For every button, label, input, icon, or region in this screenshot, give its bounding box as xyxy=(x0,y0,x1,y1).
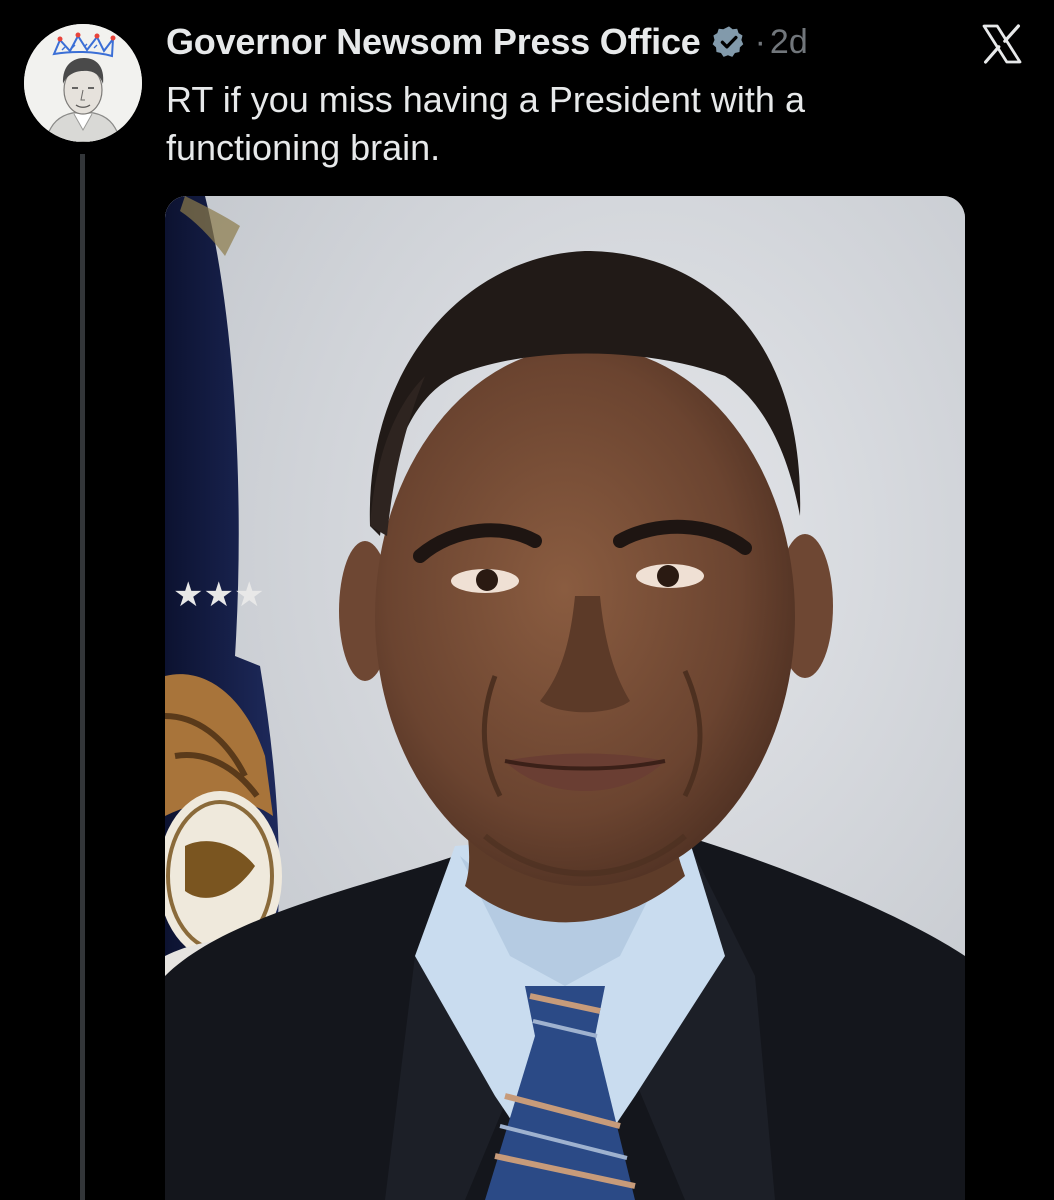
post-timestamp[interactable]: 2d xyxy=(770,23,808,62)
tweet-media-photo[interactable]: ★★★ xyxy=(165,196,965,1200)
portrait-photo-image: ★★★ xyxy=(165,196,965,1200)
thread-connector-line xyxy=(80,154,85,1200)
x-logo-icon[interactable] xyxy=(978,20,1026,68)
tweet-card: Governor Newsom Press Office · 2d RT if … xyxy=(0,0,1054,1200)
svg-text:★★★: ★★★ xyxy=(173,575,264,615)
verified-badge-icon[interactable] xyxy=(711,24,747,60)
header-separator: · xyxy=(754,22,766,61)
author-avatar[interactable] xyxy=(24,24,142,142)
avatar-portrait-image xyxy=(24,24,142,142)
tweet-text: RT if you miss having a President with a… xyxy=(166,79,805,168)
author-name[interactable]: Governor Newsom Press Office xyxy=(166,21,701,63)
tweet-header: Governor Newsom Press Office · 2d xyxy=(166,20,808,64)
